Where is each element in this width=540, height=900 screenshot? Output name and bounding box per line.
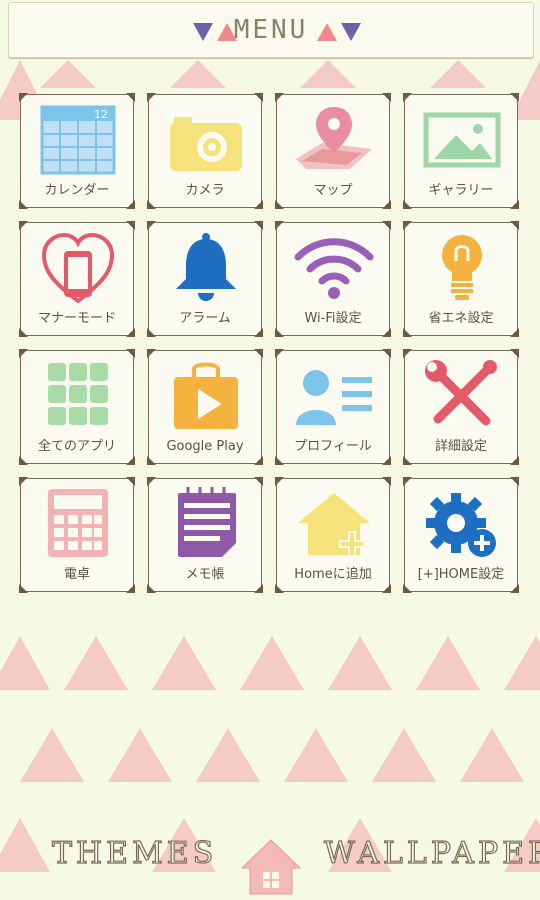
app-tile-eco-settings[interactable]: 省エネ設定: [403, 221, 519, 337]
app-tile-gallery[interactable]: ギャラリー: [403, 93, 519, 209]
home-button-icon[interactable]: [240, 838, 302, 896]
lightbulb-icon: [442, 235, 482, 300]
tile-label: Wi-Fi設定: [304, 311, 362, 326]
app-tile-google-play[interactable]: Google Play: [147, 349, 263, 465]
tile-label: カレンダー: [44, 183, 110, 198]
tile-label: Google Play: [166, 439, 244, 454]
add-home-icon: [298, 493, 370, 557]
all-apps-icon: [48, 363, 108, 425]
home-settings-icon: [426, 493, 496, 557]
app-tile-map[interactable]: マップ: [275, 93, 391, 209]
calendar-icon: 12: [40, 105, 116, 175]
alarm-bell-icon: [176, 233, 236, 301]
gallery-icon: [423, 112, 501, 168]
app-tile-advanced-settings[interactable]: 詳細設定: [403, 349, 519, 465]
app-tile-home-settings[interactable]: [+]HOME設定: [403, 477, 519, 593]
themes-button[interactable]: THEMES: [51, 835, 217, 871]
app-tile-alarm[interactable]: アラーム: [147, 221, 263, 337]
camera-icon: [170, 117, 242, 171]
tools-icon: [425, 360, 497, 426]
app-tile-profile[interactable]: プロフィール: [275, 349, 391, 465]
app-tile-add-home[interactable]: Homeに追加: [275, 477, 391, 593]
map-icon: [296, 107, 372, 169]
tile-label: プロフィール: [294, 439, 372, 454]
app-tile-wifi[interactable]: Wi-Fi設定: [275, 221, 391, 337]
app-tile-calculator[interactable]: 電卓: [19, 477, 135, 593]
tile-label: メモ帳: [185, 567, 225, 582]
tile-label: マナーモード: [37, 311, 116, 326]
tile-label: 省エネ設定: [428, 311, 494, 326]
app-tile-calendar[interactable]: 12 カレンダー: [19, 93, 135, 209]
tile-label: 全てのアプリ: [37, 439, 116, 454]
tile-label: ギャラリー: [428, 183, 494, 198]
wallpaper-button[interactable]: WALLPAPER: [323, 835, 540, 871]
tile-label: 詳細設定: [434, 439, 487, 454]
manner-mode-icon: [41, 232, 115, 303]
notepad-icon: [178, 487, 236, 557]
tile-label: アラーム: [179, 311, 231, 326]
tile-label: Homeに追加: [294, 567, 372, 582]
calendar-date-badge: 12: [94, 108, 108, 121]
app-tile-camera[interactable]: カメラ: [147, 93, 263, 209]
app-tile-manner-mode[interactable]: マナーモード: [19, 221, 135, 337]
app-tile-all-apps[interactable]: 全てのアプリ: [19, 349, 135, 465]
profile-icon: [296, 370, 372, 425]
tile-label: [+]HOME設定: [417, 567, 505, 582]
calculator-icon: [48, 489, 108, 557]
app-tile-notepad[interactable]: メモ帳: [147, 477, 263, 593]
wifi-icon: [294, 238, 374, 299]
tile-label: 電卓: [63, 567, 90, 582]
tile-label: カメラ: [185, 183, 225, 198]
tile-label: マップ: [313, 183, 353, 198]
menu-header: MENU: [8, 2, 534, 58]
header-triangles-right-icon: [317, 23, 361, 41]
page-title: MENU: [233, 15, 309, 45]
google-play-icon: [174, 362, 238, 429]
